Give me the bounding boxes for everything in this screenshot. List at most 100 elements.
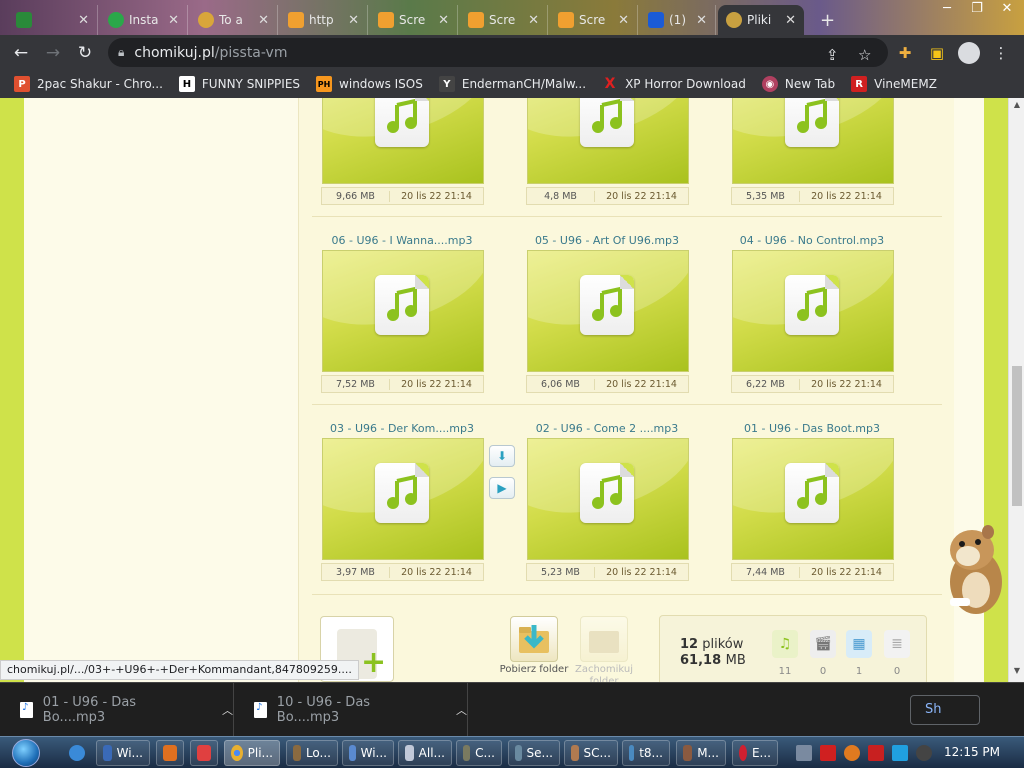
download-file-button[interactable]: ⬇ xyxy=(489,445,515,467)
close-window-icon[interactable]: ✕ xyxy=(992,0,1022,20)
taskbar-item[interactable]: Lo... xyxy=(286,740,338,766)
browser-tab[interactable]: Scre ✕ xyxy=(460,5,548,35)
scroll-thumb[interactable] xyxy=(1012,366,1022,506)
file-thumbnail[interactable] xyxy=(322,250,484,372)
file-thumbnail[interactable] xyxy=(527,438,689,560)
chevron-up-icon[interactable]: ︿ xyxy=(456,702,467,718)
download-item[interactable]: 01 - U96 - Das Bo....mp3 ︿ xyxy=(0,683,234,737)
taskbar-item[interactable]: Wi... xyxy=(342,740,394,766)
taskbar-item[interactable] xyxy=(156,740,184,766)
file-thumbnail[interactable] xyxy=(732,98,894,184)
forward-icon[interactable]: → xyxy=(40,40,66,66)
app-icon xyxy=(293,745,301,761)
close-tab-icon[interactable]: ✕ xyxy=(438,13,449,28)
taskbar-item[interactable]: Se... xyxy=(508,740,560,766)
file-thumbnail[interactable] xyxy=(732,438,894,560)
close-tab-icon[interactable]: ✕ xyxy=(258,13,269,28)
restore-icon[interactable]: ❐ xyxy=(962,0,992,20)
file-title-link[interactable]: 01 - U96 - Das Boot.mp3 xyxy=(722,422,902,435)
taskbar-item[interactable] xyxy=(190,740,218,766)
browser-tab[interactable]: http ✕ xyxy=(280,5,368,35)
video-icon[interactable]: 🎬︎ xyxy=(810,630,836,658)
browser-tab[interactable]: ✕ xyxy=(8,5,98,35)
tray-icon[interactable] xyxy=(868,745,884,761)
chevron-up-icon[interactable]: ︿ xyxy=(222,702,233,718)
tray-icon[interactable] xyxy=(844,745,860,761)
show-all-button[interactable]: Sh xyxy=(910,695,980,725)
save-folder-button[interactable] xyxy=(580,616,628,662)
file-title-link[interactable]: 04 - U96 - No Control.mp3 xyxy=(722,234,902,247)
menu-kebab-icon[interactable]: ⋮ xyxy=(988,40,1014,66)
file-title-link[interactable]: 02 - U96 - Come 2 ....mp3 xyxy=(517,422,697,435)
tab-favicon-icon xyxy=(16,12,32,28)
browser-tab[interactable]: Scre ✕ xyxy=(550,5,638,35)
tray-icon[interactable] xyxy=(820,745,836,761)
file-title-link[interactable]: 05 - U96 - Art Of U96.mp3 xyxy=(517,234,697,247)
file-title-link[interactable]: 03 - U96 - Der Kom....mp3 xyxy=(312,422,492,435)
browser-tab-active[interactable]: Pliki ✕ xyxy=(718,5,804,35)
close-tab-icon[interactable]: ✕ xyxy=(78,13,89,28)
download-item[interactable]: 10 - U96 - Das Bo....mp3 ︿ xyxy=(234,683,468,737)
close-tab-icon[interactable]: ✕ xyxy=(785,13,796,28)
bookmark-item[interactable]: X XP Horror Download xyxy=(602,76,746,92)
browser-tab[interactable]: Insta ✕ xyxy=(100,5,188,35)
music-icon[interactable]: ♫ xyxy=(772,630,798,658)
tray-icon[interactable] xyxy=(916,745,932,761)
back-icon[interactable]: ← xyxy=(8,40,34,66)
app-icon xyxy=(739,745,747,761)
bookmark-item[interactable]: PH windows ISOS xyxy=(316,76,423,92)
taskbar-item[interactable]: Wi... xyxy=(96,740,150,766)
row-separator xyxy=(312,594,942,595)
close-tab-icon[interactable]: ✕ xyxy=(348,13,359,28)
address-bar[interactable]: 🔒︎ chomikuj.pl/pissta-vm ⇪ ☆ xyxy=(108,38,888,67)
close-tab-icon[interactable]: ✕ xyxy=(618,13,629,28)
start-button[interactable] xyxy=(6,737,46,768)
profile-avatar[interactable] xyxy=(956,40,982,66)
file-meta: 3,97 MB 20 lis 22 21:14 xyxy=(321,563,484,581)
extensions-icon[interactable]: ✚ xyxy=(892,40,918,66)
file-title-link[interactable]: 06 - U96 - I Wanna....mp3 xyxy=(312,234,492,247)
shield-check-icon xyxy=(108,12,124,28)
new-tab-button[interactable]: + xyxy=(812,5,842,35)
file-thumbnail[interactable] xyxy=(322,438,484,560)
side-panel-icon[interactable]: ▣ xyxy=(924,40,950,66)
taskbar-item[interactable]: All... xyxy=(398,740,452,766)
taskbar-item[interactable]: SC... xyxy=(564,740,618,766)
image-icon[interactable]: ▦ xyxy=(846,630,872,658)
browser-tab[interactable]: (1) ✕ xyxy=(640,5,716,35)
tray-icon[interactable] xyxy=(796,745,812,761)
bookmark-favicon-icon: R xyxy=(851,76,868,92)
scroll-up-icon[interactable]: ▲ xyxy=(1009,98,1024,112)
file-thumbnail[interactable] xyxy=(527,98,689,184)
share-icon[interactable]: ⇪ xyxy=(826,46,839,64)
file-thumbnail[interactable] xyxy=(527,250,689,372)
taskbar-clock[interactable]: 12:15 PM xyxy=(944,745,1000,759)
close-tab-icon[interactable]: ✕ xyxy=(528,13,539,28)
file-thumbnail[interactable] xyxy=(322,98,484,184)
bookmark-item[interactable]: H FUNNY SNIPPIES xyxy=(178,76,300,92)
ie-icon[interactable] xyxy=(64,740,90,766)
browser-tab[interactable]: Scre ✕ xyxy=(370,5,458,35)
download-folder-button[interactable] xyxy=(510,616,558,662)
minimize-icon[interactable]: ─ xyxy=(932,0,962,20)
file-meta: 7,52 MB 20 lis 22 21:14 xyxy=(321,375,484,393)
taskbar-item[interactable]: C... xyxy=(456,740,502,766)
tray-icon[interactable] xyxy=(892,745,908,761)
close-tab-icon[interactable]: ✕ xyxy=(168,13,179,28)
taskbar-item-chrome[interactable]: Pli... xyxy=(224,740,280,766)
reload-icon[interactable]: ↻ xyxy=(72,40,98,66)
close-tab-icon[interactable]: ✕ xyxy=(696,13,707,28)
taskbar-item[interactable]: t8... xyxy=(622,740,670,766)
taskbar-item[interactable]: M... xyxy=(676,740,726,766)
bookmark-item[interactable]: Y EndermanCH/Malw... xyxy=(438,76,586,92)
bookmark-item[interactable]: R VineMEMZ xyxy=(851,76,937,92)
taskbar-item[interactable]: E... xyxy=(732,740,778,766)
bookmark-item[interactable]: ◉ New Tab xyxy=(761,76,835,92)
bookmark-item[interactable]: P 2pac Shakur - Chro... xyxy=(14,76,163,92)
scroll-down-icon[interactable]: ▼ xyxy=(1009,664,1024,678)
browser-tab[interactable]: To a ✕ xyxy=(190,5,278,35)
document-icon[interactable]: ≣ xyxy=(884,630,910,658)
file-thumbnail[interactable] xyxy=(732,250,894,372)
play-file-button[interactable]: ▶ xyxy=(489,477,515,499)
bookmark-star-icon[interactable]: ☆ xyxy=(858,46,871,64)
